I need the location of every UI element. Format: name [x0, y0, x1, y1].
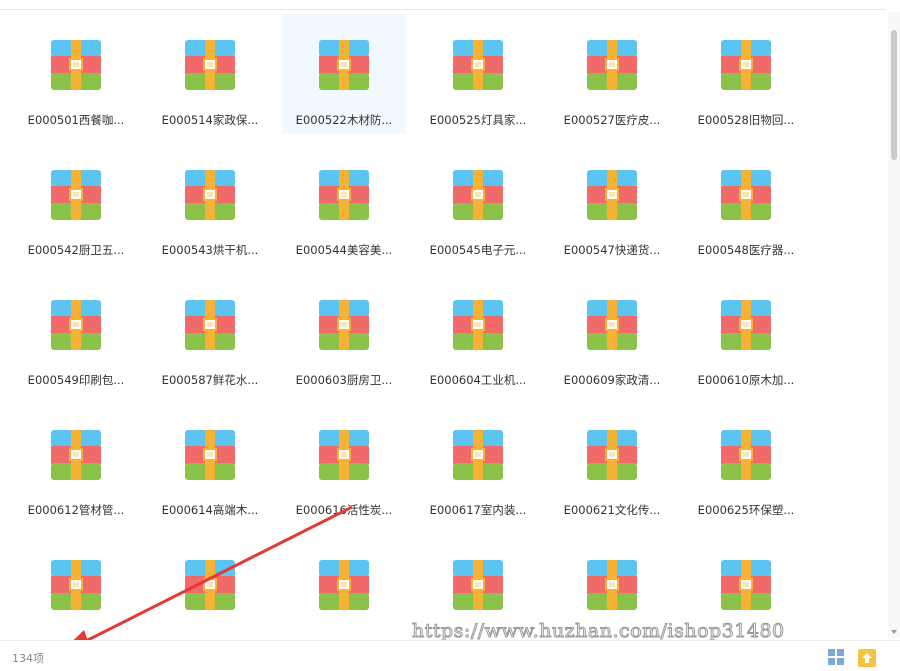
file-name: E000545电子元... — [429, 243, 527, 257]
file-name: E000621文化传... — [563, 503, 661, 517]
file-tile[interactable]: E000610原木加... — [684, 274, 808, 394]
archive-icon — [319, 170, 369, 220]
archive-icon — [453, 560, 503, 610]
archive-icon — [721, 40, 771, 90]
upload-icon[interactable] — [858, 649, 876, 667]
archive-icon — [453, 300, 503, 350]
archive-icon — [587, 430, 637, 480]
file-tile[interactable]: E000545电子元... — [416, 144, 540, 264]
archive-icon — [319, 560, 369, 610]
file-tile[interactable]: E000548医疗器... — [684, 144, 808, 264]
file-name: E000528旧物回... — [697, 113, 795, 127]
file-name: E000549印刷包... — [27, 373, 125, 387]
archive-icon — [721, 300, 771, 350]
archive-icon — [51, 170, 101, 220]
file-name: E000612管材管... — [27, 503, 125, 517]
vertical-scrollbar[interactable] — [888, 12, 900, 638]
file-name: E000501西餐咖... — [27, 113, 125, 127]
archive-icon — [319, 430, 369, 480]
file-tile[interactable]: E000625环保塑... — [684, 404, 808, 524]
file-grid: E000501西餐咖... E000514家政保... E000522木材防..… — [14, 14, 884, 638]
archive-icon — [721, 560, 771, 610]
file-tile[interactable]: E000549印刷包... — [14, 274, 138, 394]
file-tile[interactable]: E000544美容美... — [282, 144, 406, 264]
file-tile[interactable] — [148, 534, 272, 638]
grid-view-icon[interactable] — [828, 649, 844, 665]
file-name: E000617室内装... — [429, 503, 527, 517]
file-name: E000514家政保... — [161, 113, 259, 127]
file-tile[interactable]: E000609家政清... — [550, 274, 674, 394]
archive-icon — [51, 300, 101, 350]
archive-icon — [453, 170, 503, 220]
file-name: E000525灯具家... — [429, 113, 527, 127]
file-name: E000587鲜花水... — [161, 373, 259, 387]
archive-icon — [185, 40, 235, 90]
file-name: E000548医疗器... — [697, 243, 795, 257]
top-divider — [0, 9, 886, 10]
file-name: E000547快递货... — [563, 243, 661, 257]
archive-icon — [51, 40, 101, 90]
file-name: E000542厨卫五... — [27, 243, 125, 257]
file-tile[interactable]: E000525灯具家... — [416, 14, 540, 134]
archive-icon — [587, 170, 637, 220]
archive-icon — [319, 40, 369, 90]
file-name: E000527医疗皮... — [563, 113, 661, 127]
file-name: E000543烘干机... — [161, 243, 259, 257]
file-tile[interactable]: E000616活性炭... — [282, 404, 406, 524]
file-name: E000616活性炭... — [295, 503, 393, 517]
file-name: E000610原木加... — [697, 373, 795, 387]
file-name: E000522木材防... — [295, 113, 393, 127]
file-name: E000614高端木... — [161, 503, 259, 517]
file-tile[interactable]: E000527医疗皮... — [550, 14, 674, 134]
archive-icon — [185, 300, 235, 350]
file-tile[interactable]: E000621文化传... — [550, 404, 674, 524]
status-bar: 134项 — [0, 640, 900, 671]
file-tile[interactable]: E000528旧物回... — [684, 14, 808, 134]
archive-icon — [185, 560, 235, 610]
file-tile[interactable]: E000522木材防... — [282, 14, 406, 134]
archive-icon — [587, 40, 637, 90]
file-name: E000625环保塑... — [697, 503, 795, 517]
file-tile[interactable]: E000603厨房卫... — [282, 274, 406, 394]
archive-icon — [319, 300, 369, 350]
archive-icon — [185, 430, 235, 480]
file-tile[interactable] — [14, 534, 138, 638]
file-tile[interactable] — [282, 534, 406, 638]
archive-icon — [51, 430, 101, 480]
scrollbar-thumb[interactable] — [891, 30, 897, 160]
file-tile[interactable]: E000614高端木... — [148, 404, 272, 524]
scroll-down-icon[interactable] — [891, 630, 897, 634]
archive-icon — [453, 40, 503, 90]
watermark: https://www.huzhan.com/ishop31480 — [412, 620, 785, 643]
archive-icon — [453, 430, 503, 480]
archive-icon — [721, 170, 771, 220]
file-tile[interactable]: E000542厨卫五... — [14, 144, 138, 264]
archive-icon — [721, 430, 771, 480]
file-tile[interactable]: E000612管材管... — [14, 404, 138, 524]
file-tile[interactable]: E000617室内装... — [416, 404, 540, 524]
archive-icon — [51, 560, 101, 610]
file-name: E000603厨房卫... — [295, 373, 393, 387]
file-tile[interactable]: E000547快递货... — [550, 144, 674, 264]
file-tile[interactable]: E000587鲜花水... — [148, 274, 272, 394]
file-tile[interactable]: E000514家政保... — [148, 14, 272, 134]
file-tile[interactable]: E000501西餐咖... — [14, 14, 138, 134]
archive-icon — [185, 170, 235, 220]
archive-icon — [587, 560, 637, 610]
file-name: E000544美容美... — [295, 243, 393, 257]
file-tile[interactable]: E000543烘干机... — [148, 144, 272, 264]
file-tile[interactable]: E000604工业机... — [416, 274, 540, 394]
file-name: E000609家政清... — [563, 373, 661, 387]
item-count: 134项 — [12, 652, 44, 665]
file-name: E000604工业机... — [429, 373, 527, 387]
archive-icon — [587, 300, 637, 350]
